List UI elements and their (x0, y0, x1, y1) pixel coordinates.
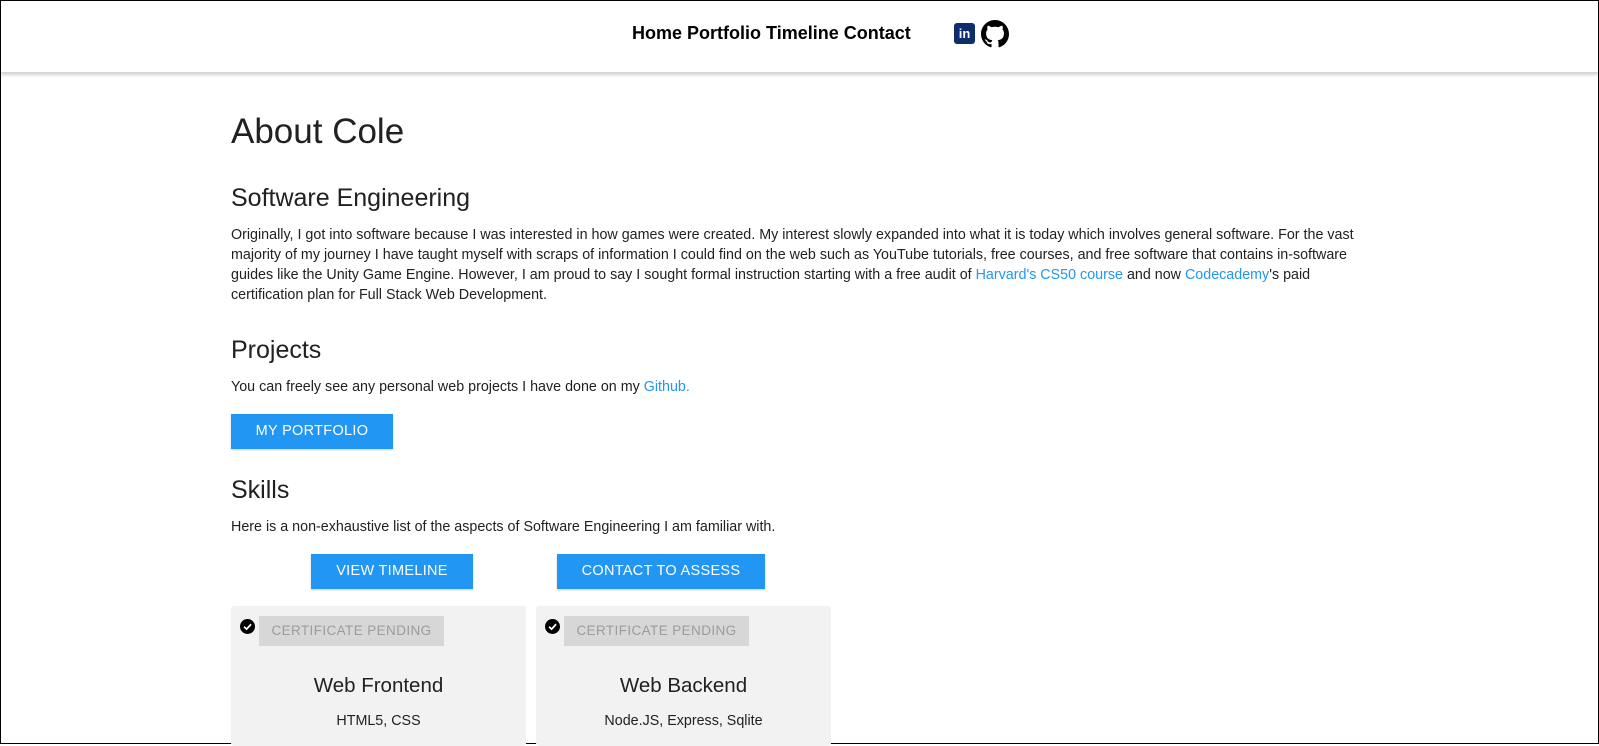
top-navbar: Home Portfolio Timeline Contact in (1, 1, 1598, 73)
skill-card-web-backend: CERTIFICATE PENDING Web Backend Node.JS,… (536, 606, 831, 746)
cs50-link[interactable]: Harvard's CS50 course (976, 267, 1123, 283)
skill-card-web-frontend: CERTIFICATE PENDING Web Frontend HTML5, … (231, 606, 526, 746)
nav-link-portfolio[interactable]: Portfolio (687, 23, 761, 43)
nav-link-timeline[interactable]: Timeline (766, 23, 839, 43)
nav-link-contact[interactable]: Contact (844, 23, 911, 43)
codecademy-link[interactable]: Codecademy (1185, 267, 1269, 283)
github-icon[interactable] (981, 20, 1009, 53)
check-circle-icon (545, 619, 560, 634)
page-title: About Cole (231, 112, 405, 151)
linkedin-icon[interactable]: in (954, 23, 975, 44)
card-skills-list: HTML5, CSS (336, 713, 421, 729)
contact-to-assess-button[interactable]: CONTACT TO ASSESS (557, 554, 765, 589)
software-heading: Software Engineering (231, 184, 471, 212)
view-timeline-button[interactable]: VIEW TIMELINE (311, 554, 473, 589)
card-title: Web Frontend (313, 674, 444, 697)
card-title: Web Backend (619, 674, 748, 697)
card-skills-list: Node.JS, Express, Sqlite (604, 713, 763, 729)
software-paragraph: Originally, I got into software because … (231, 227, 1354, 303)
projects-heading: Projects (231, 336, 322, 364)
nav-link-home[interactable]: Home (632, 23, 682, 43)
nav-links: Home Portfolio Timeline Contact (632, 23, 911, 44)
github-link[interactable]: Github. (644, 379, 690, 395)
skills-heading: Skills (231, 476, 290, 504)
projects-paragraph: You can freely see any personal web proj… (231, 379, 690, 395)
check-circle-icon (240, 619, 255, 634)
certificate-pending-badge: CERTIFICATE PENDING (259, 616, 444, 646)
skills-paragraph: Here is a non-exhaustive list of the asp… (231, 519, 776, 535)
certificate-pending-badge: CERTIFICATE PENDING (564, 616, 749, 646)
my-portfolio-button[interactable]: MY PORTFOLIO (231, 414, 393, 449)
